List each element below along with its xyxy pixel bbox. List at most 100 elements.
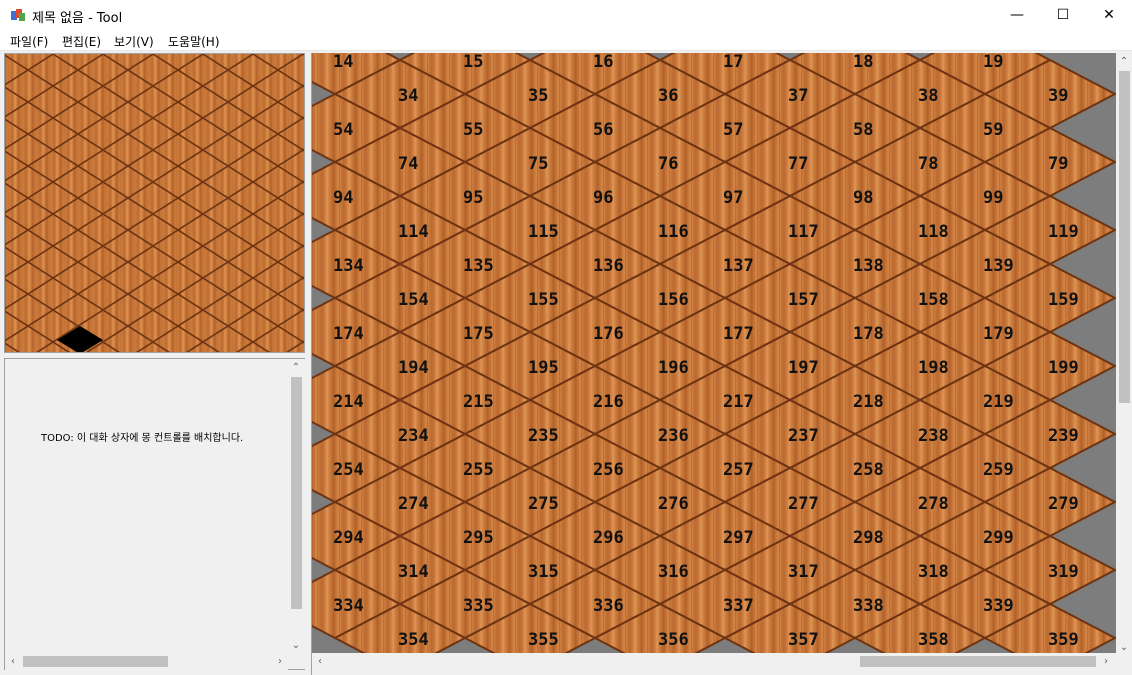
tile-number-label: 357 <box>788 630 819 650</box>
tile-number-label: 317 <box>788 562 819 582</box>
tile-number-label: 119 <box>1048 222 1079 242</box>
tile-number-label: 335 <box>463 596 494 616</box>
tile-number-label: 136 <box>593 256 624 276</box>
chevron-right-icon[interactable]: › <box>1098 653 1114 669</box>
tile-number-label: 339 <box>983 596 1014 616</box>
tile-number-label: 95 <box>463 188 483 208</box>
tile-number-label: 314 <box>398 562 429 582</box>
tile-number-label: 296 <box>593 528 624 548</box>
tile-number-label: 254 <box>333 460 364 480</box>
tile-number-label: 17 <box>723 53 743 72</box>
chevron-up-icon[interactable]: ⌃ <box>1116 53 1132 69</box>
tile-number-label: 275 <box>528 494 559 514</box>
tile-number-label: 318 <box>918 562 949 582</box>
minimize-icon: — <box>1010 7 1024 23</box>
tile-number-label: 35 <box>528 86 548 106</box>
chevron-down-icon[interactable]: ⌄ <box>288 637 304 653</box>
tile-number-label: 155 <box>528 290 559 310</box>
tile-palette-view[interactable] <box>4 53 305 353</box>
tile-number-label: 38 <box>918 86 938 106</box>
dialog-vertical-scrollbar[interactable]: ⌃ ⌄ <box>288 359 305 655</box>
tile-number-label: 15 <box>463 53 483 72</box>
scroll-thumb[interactable] <box>860 656 1096 667</box>
menu-help[interactable]: 도움말(H) <box>168 33 220 50</box>
maximize-icon: ☐ <box>1056 7 1070 23</box>
tile-number-label: 57 <box>723 120 743 140</box>
chevron-up-icon[interactable]: ⌃ <box>288 359 304 375</box>
menu-edit[interactable]: 편집(E) <box>62 33 101 50</box>
tile-number-label: 138 <box>853 256 884 276</box>
tile-number-label: 299 <box>983 528 1014 548</box>
scroll-thumb[interactable] <box>1119 71 1130 403</box>
tile-number-label: 195 <box>528 358 559 378</box>
tile-number-label: 14 <box>333 53 353 72</box>
menu-view[interactable]: 보기(V) <box>114 33 154 50</box>
close-button[interactable]: ✕ <box>1086 0 1132 30</box>
tile-number-label: 334 <box>333 596 364 616</box>
maximize-button[interactable]: ☐ <box>1040 0 1086 30</box>
tile-number-label: 114 <box>398 222 429 242</box>
tile-number-label: 135 <box>463 256 494 276</box>
tile-palette-canvas[interactable] <box>5 54 305 353</box>
tile-number-label: 139 <box>983 256 1014 276</box>
tile-number-label: 319 <box>1048 562 1079 582</box>
tile-number-label: 337 <box>723 596 754 616</box>
map-horizontal-scrollbar[interactable]: ‹ › <box>312 653 1132 670</box>
tile-number-label: 217 <box>723 392 754 412</box>
tile-number-label: 259 <box>983 460 1014 480</box>
tile-number-label: 59 <box>983 120 1003 140</box>
tile-number-label: 256 <box>593 460 624 480</box>
dialog-horizontal-scrollbar[interactable]: ‹ › <box>5 653 288 670</box>
tile-number-label: 115 <box>528 222 559 242</box>
map-view[interactable]: 14 15 16 17 18 19 34 35 36 37 38 39 54 55 56 57 58 59 74 75… <box>311 53 1132 675</box>
tile-number-label: 75 <box>528 154 548 174</box>
chevron-right-icon[interactable]: › <box>272 653 288 669</box>
tile-number-label: 198 <box>918 358 949 378</box>
scroll-thumb[interactable] <box>291 377 302 609</box>
tile-number-label: 96 <box>593 188 613 208</box>
todo-label: TODO: 이 대화 상자에 몽 컨트롤를 배치합니다. <box>41 433 244 444</box>
tile-number-label: 177 <box>723 324 754 344</box>
tile-number-label: 199 <box>1048 358 1079 378</box>
tile-number-label: 197 <box>788 358 819 378</box>
tile-number-label: 298 <box>853 528 884 548</box>
tile-number-label: 154 <box>398 290 429 310</box>
tile-number-label: 178 <box>853 324 884 344</box>
tile-number-label: 216 <box>593 392 624 412</box>
tile-number-label: 316 <box>658 562 689 582</box>
tile-number-label: 356 <box>658 630 689 650</box>
tile-number-label: 16 <box>593 53 613 72</box>
tile-number-label: 118 <box>918 222 949 242</box>
scroll-thumb[interactable] <box>23 656 168 667</box>
tile-number-label: 18 <box>853 53 873 72</box>
tile-number-label: 194 <box>398 358 429 378</box>
tile-number-label: 74 <box>398 154 418 174</box>
menu-file[interactable]: 파일(F) <box>10 33 48 50</box>
tile-number-label: 157 <box>788 290 819 310</box>
tile-number-label: 76 <box>658 154 678 174</box>
tile-number-label: 214 <box>333 392 364 412</box>
tile-number-label: 277 <box>788 494 819 514</box>
tile-number-label: 179 <box>983 324 1014 344</box>
minimize-button[interactable]: — <box>994 0 1040 30</box>
tile-number-label: 117 <box>788 222 819 242</box>
chevron-left-icon[interactable]: ‹ <box>5 653 21 669</box>
tile-number-label: 359 <box>1048 630 1079 650</box>
tile-number-label: 358 <box>918 630 949 650</box>
map-vertical-scrollbar[interactable]: ⌃ ⌄ <box>1116 53 1132 656</box>
tile-number-label: 219 <box>983 392 1014 412</box>
tile-number-label: 338 <box>853 596 884 616</box>
window-title: 제목 없음 - Tool <box>32 11 123 26</box>
tile-number-label: 237 <box>788 426 819 446</box>
map-canvas[interactable]: 14 15 16 17 18 19 34 35 36 37 38 39 54 55 56 57 58 59 74 75… <box>312 53 1118 674</box>
menu-bar: 파일(F) 편집(E) 보기(V) 도움말(H) <box>0 30 1132 51</box>
dialog-panel: TODO: 이 대화 상자에 몽 컨트롤를 배치합니다. ⌃ ⌄ ‹ › <box>4 358 306 670</box>
tile-number-label: 134 <box>333 256 364 276</box>
tile-number-label: 174 <box>333 324 364 344</box>
tile-number-label: 159 <box>1048 290 1079 310</box>
tile-number-label: 255 <box>463 460 494 480</box>
tile-number-label: 79 <box>1048 154 1068 174</box>
chevron-left-icon[interactable]: ‹ <box>312 653 328 669</box>
app-icon[interactable] <box>10 7 26 23</box>
tile-number-label: 176 <box>593 324 624 344</box>
